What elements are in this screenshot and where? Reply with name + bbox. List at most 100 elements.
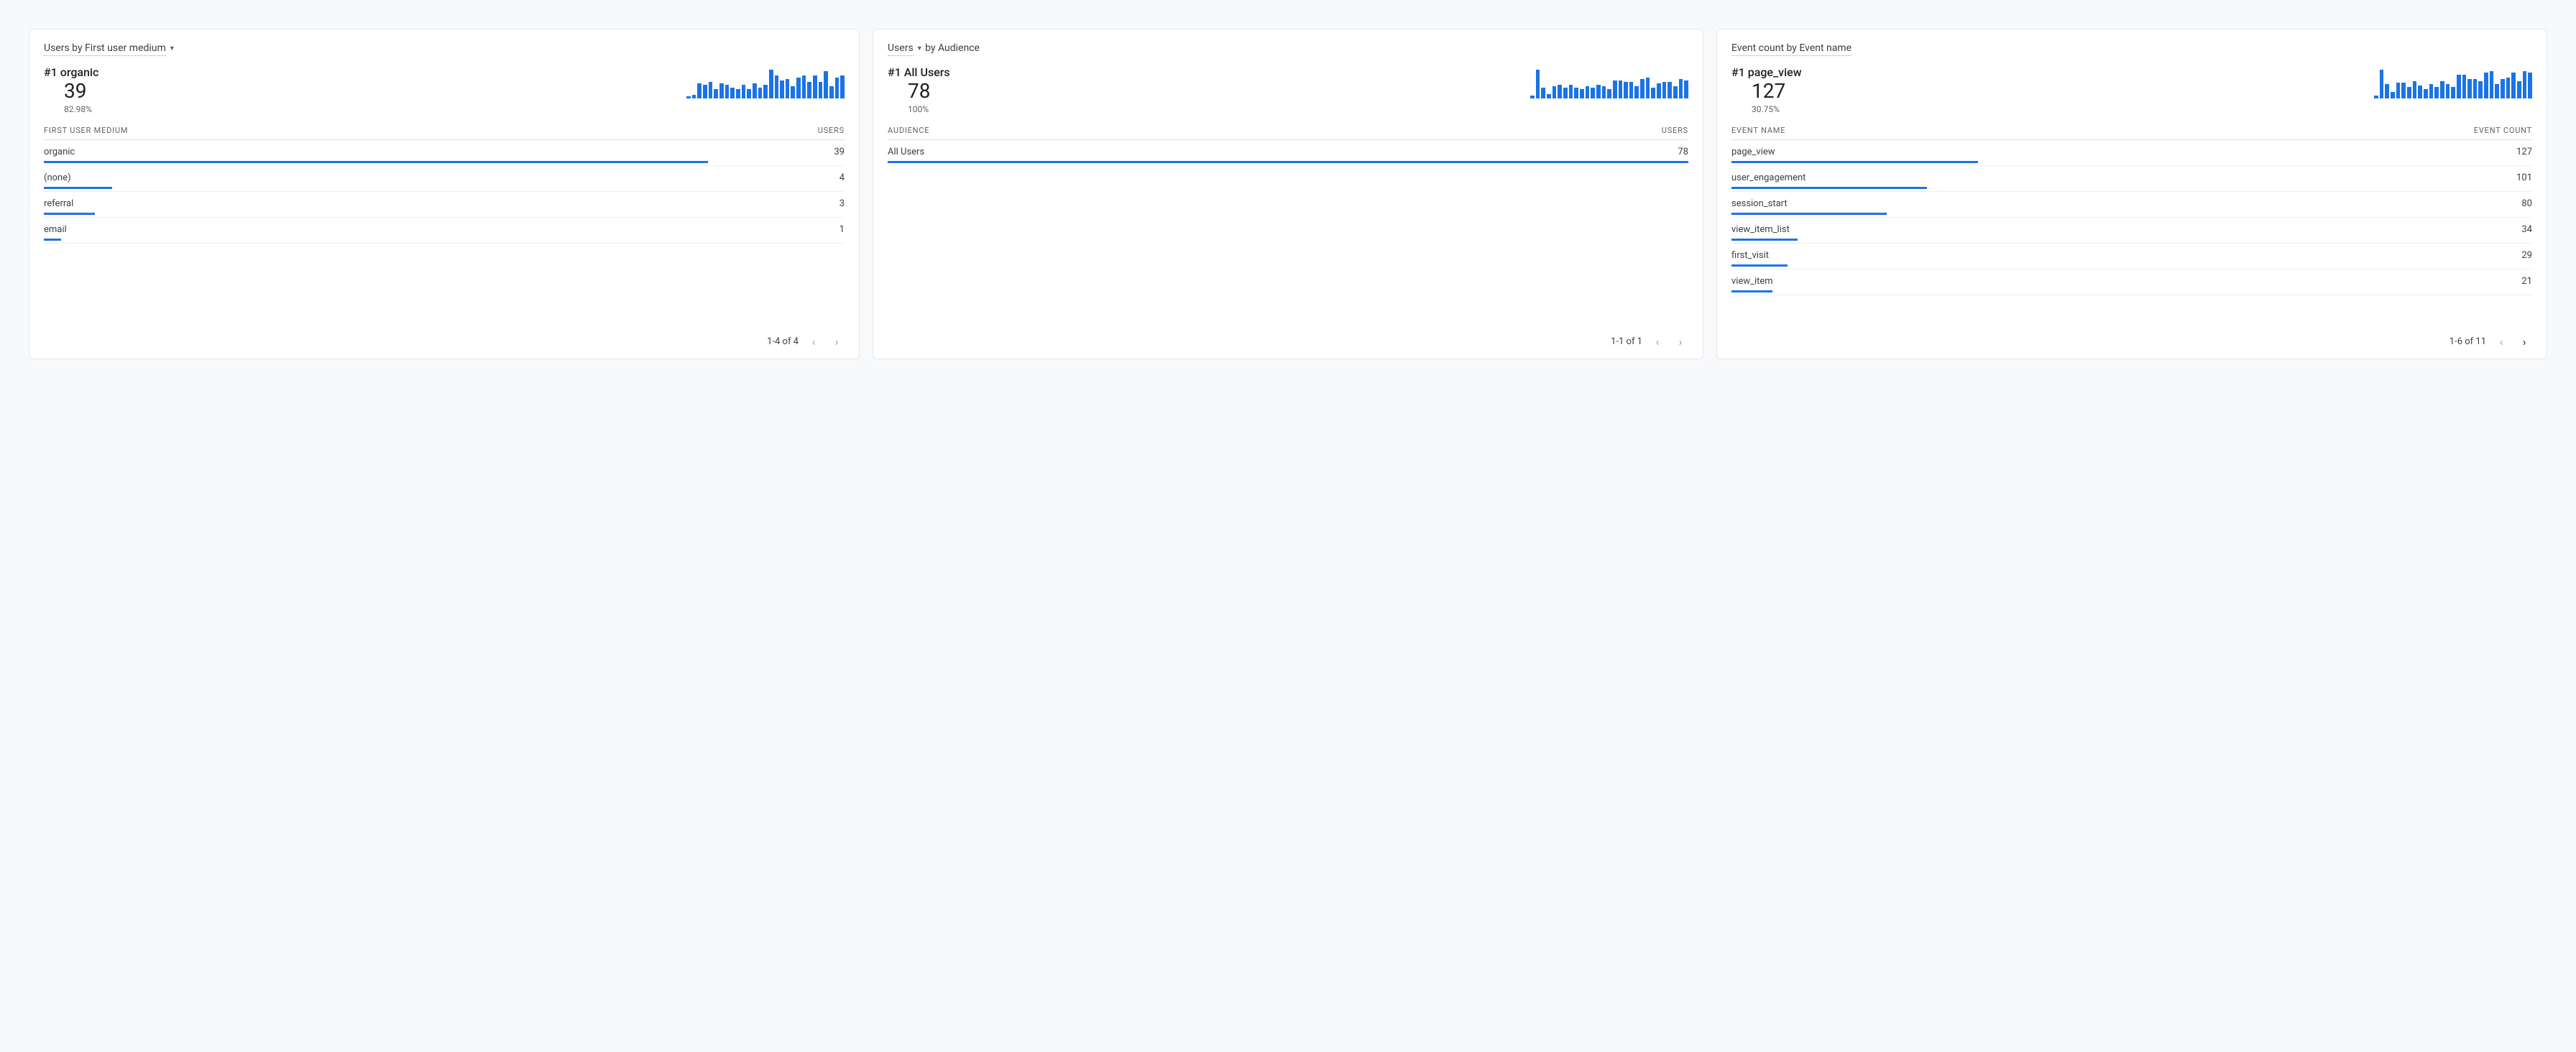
table-row[interactable]: email1 xyxy=(44,218,845,244)
row-value: 78 xyxy=(1678,147,1688,157)
table-row[interactable]: page_view127 xyxy=(1731,140,2532,166)
row-value: 29 xyxy=(2521,250,2532,261)
spark-bar xyxy=(725,85,730,98)
row-bar-track xyxy=(1731,239,2532,241)
spark-bar xyxy=(829,86,834,98)
card-title[interactable]: Users▼ by Audience xyxy=(888,42,1688,54)
chevron-right-icon: › xyxy=(829,335,845,349)
table-row[interactable]: user_engagement101 xyxy=(1731,166,2532,192)
spark-bar xyxy=(2380,70,2384,98)
spark-bar xyxy=(2495,84,2499,98)
row-bar-track xyxy=(1731,187,2532,189)
table-row[interactable]: session_start80 xyxy=(1731,192,2532,218)
table-row[interactable]: All Users78 xyxy=(888,140,1688,166)
hero: #1 All Users78100% xyxy=(888,65,1688,114)
th-right: USERS xyxy=(1662,126,1688,135)
spark-bar xyxy=(1679,79,1683,98)
hero-label: All Users xyxy=(904,65,950,79)
chevron-right-icon[interactable]: › xyxy=(2516,335,2532,349)
spark-bar xyxy=(813,75,817,98)
row-bar-fill xyxy=(888,161,1688,163)
hero-rank: #1 xyxy=(44,65,58,79)
spark-bar xyxy=(1580,89,1584,98)
spark-bar xyxy=(1586,86,1590,98)
hero-value: 127 xyxy=(1731,80,1802,103)
spark-bar xyxy=(2523,71,2527,98)
row-value: 34 xyxy=(2521,224,2532,235)
spark-bar xyxy=(2440,81,2444,98)
hero-value: 78 xyxy=(888,80,950,103)
pager: 1-4 of 4‹› xyxy=(44,335,845,349)
spark-bar xyxy=(2467,79,2472,98)
spark-bar xyxy=(2506,78,2511,98)
spark-bar xyxy=(686,96,691,98)
th-right: USERS xyxy=(818,126,845,135)
chevron-down-icon[interactable]: ▼ xyxy=(169,45,175,52)
sparkline xyxy=(1530,68,1688,98)
title-dropdown[interactable]: Users xyxy=(888,42,914,56)
table-row[interactable]: referral3 xyxy=(44,192,845,218)
pager-text: 1-1 of 1 xyxy=(1611,336,1642,347)
spark-bar xyxy=(1569,85,1573,98)
hero-rank: #1 xyxy=(1731,65,1745,79)
spark-bar xyxy=(796,78,801,98)
table-row[interactable]: view_item_list34 xyxy=(1731,218,2532,244)
spark-bar xyxy=(2396,83,2401,98)
spark-bar xyxy=(1607,89,1611,98)
spark-bar xyxy=(2424,89,2428,98)
spark-bar xyxy=(2457,75,2461,98)
spark-bar xyxy=(763,85,768,98)
hero-label: organic xyxy=(60,65,99,79)
table-row[interactable]: (none)4 xyxy=(44,166,845,192)
hero-value: 39 xyxy=(44,80,98,103)
th-left: FIRST USER MEDIUM xyxy=(44,126,128,135)
spark-bar xyxy=(1619,80,1623,98)
spark-bar xyxy=(1574,88,1578,98)
hero-percent: 82.98% xyxy=(44,104,98,114)
spark-bar xyxy=(747,89,751,98)
spark-bar xyxy=(769,70,773,98)
table-row[interactable]: view_item21 xyxy=(1731,269,2532,295)
pager: 1-1 of 1‹› xyxy=(888,335,1688,349)
spark-bar xyxy=(1602,86,1606,98)
spark-bar xyxy=(1530,96,1535,98)
row-label: organic xyxy=(44,147,75,157)
spark-bar xyxy=(2429,84,2434,98)
row-label: user_engagement xyxy=(1731,172,1806,183)
card-title[interactable]: Users by First user medium▼ xyxy=(44,42,845,54)
spark-bar xyxy=(1662,82,1667,98)
chevron-down-icon[interactable]: ▼ xyxy=(916,45,923,52)
table-body: page_view127user_engagement101session_st… xyxy=(1731,140,2532,328)
spark-bar xyxy=(2478,81,2483,98)
card: Users▼ by Audience#1 All Users78100%AUDI… xyxy=(873,29,1703,359)
table-row[interactable]: first_visit29 xyxy=(1731,244,2532,269)
th-right: EVENT COUNT xyxy=(2474,126,2532,135)
card: Event count by Event name#1 page_view127… xyxy=(1716,29,2547,359)
spark-bar xyxy=(1591,88,1595,98)
chevron-left-icon: ‹ xyxy=(2493,335,2509,349)
spark-bar xyxy=(1684,80,1688,98)
spark-bar xyxy=(1613,80,1617,98)
spark-bar xyxy=(742,85,746,98)
chevron-left-icon: ‹ xyxy=(1650,335,1665,349)
spark-bar xyxy=(1657,83,1661,98)
spark-bar xyxy=(2473,79,2478,98)
spark-bar xyxy=(736,89,740,98)
spark-bar xyxy=(1596,85,1601,98)
row-bar-track xyxy=(1731,264,2532,267)
hero-rank-label: #1 page_view xyxy=(1731,65,1802,79)
spark-bar xyxy=(1640,79,1644,98)
title-text[interactable]: Users by First user medium xyxy=(44,42,166,56)
row-value: 21 xyxy=(2521,276,2532,287)
spark-bar xyxy=(1673,86,1678,98)
pager-text: 1-4 of 4 xyxy=(767,336,799,347)
spark-bar xyxy=(697,83,702,98)
spark-bar xyxy=(802,75,806,98)
hero-rank-label: #1 All Users xyxy=(888,65,950,79)
spark-bar xyxy=(703,85,707,98)
spark-bar xyxy=(2451,87,2455,98)
table-row[interactable]: organic39 xyxy=(44,140,845,166)
spark-bar xyxy=(1668,82,1672,98)
spark-bar xyxy=(758,88,763,98)
table-body: All Users78 xyxy=(888,140,1688,328)
